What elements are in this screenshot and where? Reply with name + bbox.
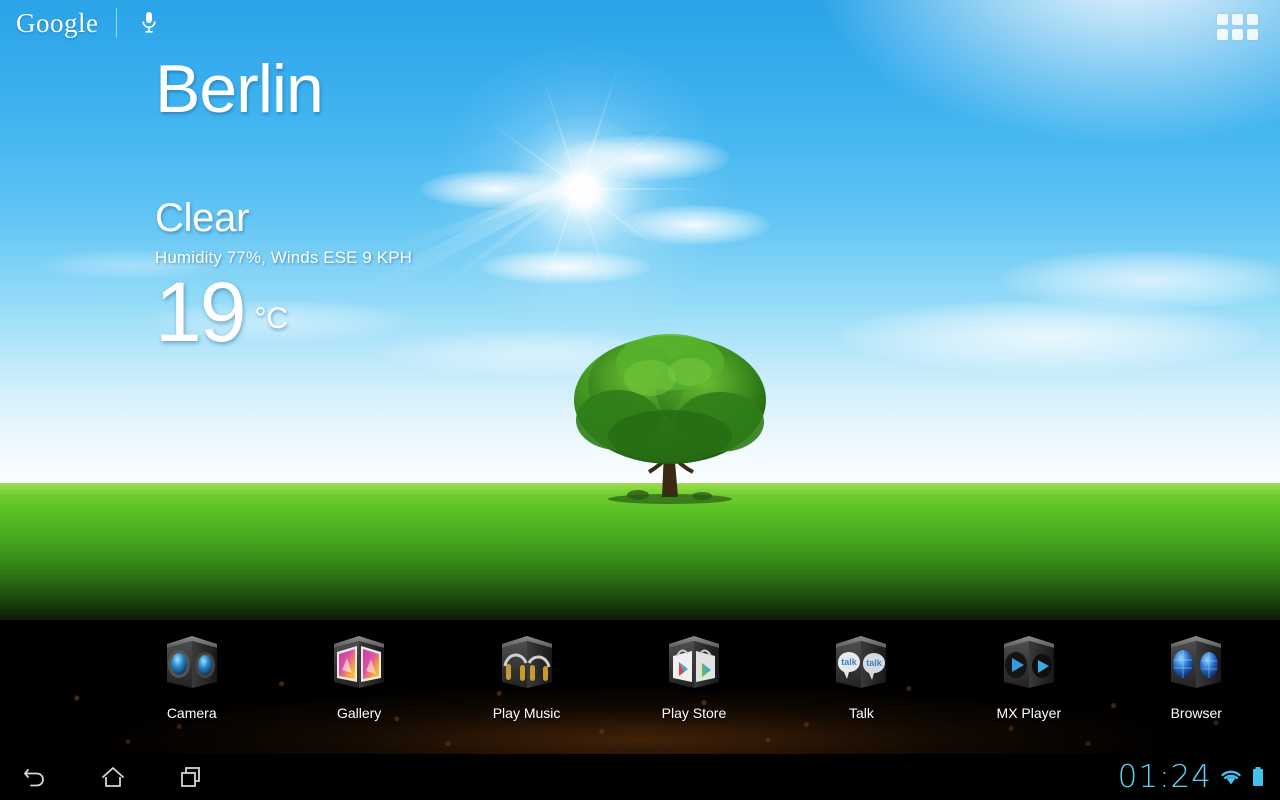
dock-app-label: Gallery bbox=[336, 705, 382, 721]
gallery-icon[interactable] bbox=[324, 632, 394, 694]
dock-app-camera[interactable]: Camera bbox=[108, 632, 275, 720]
mx-player-icon[interactable] bbox=[994, 632, 1064, 694]
weather-temperature-row: 19 °C bbox=[155, 265, 412, 359]
google-search-widget[interactable]: Google bbox=[16, 8, 161, 38]
weather-unit: °C bbox=[254, 302, 289, 335]
search-divider bbox=[116, 8, 118, 38]
system-navigation-bar: 01:24 bbox=[0, 754, 1280, 800]
apps-grid-cell bbox=[1232, 14, 1243, 25]
recent-apps-icon[interactable] bbox=[174, 760, 208, 794]
sun-ray bbox=[578, 188, 708, 190]
browser-icon[interactable] bbox=[1161, 632, 1231, 694]
tree-image bbox=[574, 334, 766, 504]
apps-grid-cell bbox=[1217, 14, 1228, 25]
dock-app-label: Play Store bbox=[661, 705, 727, 721]
weather-details: Humidity 77%, Winds ESE 9 KPH bbox=[155, 248, 413, 267]
svg-text:talk: talk bbox=[842, 657, 859, 667]
dock-app-talk[interactable]: talk talk Talk bbox=[778, 632, 945, 720]
navigation-buttons bbox=[18, 760, 208, 794]
apps-grid-cell bbox=[1232, 29, 1243, 40]
apps-grid-cell bbox=[1247, 29, 1258, 40]
dock-app-label: MX Player bbox=[996, 705, 1062, 721]
status-area: 01:24 bbox=[1118, 761, 1266, 793]
dock-app-browser[interactable]: Browser bbox=[1113, 632, 1280, 720]
home-screen: Google Berlin Clear Humidity 77%, Winds … bbox=[0, 0, 1280, 800]
microphone-icon[interactable] bbox=[137, 8, 161, 38]
camera-icon[interactable] bbox=[157, 632, 227, 694]
play-music-icon[interactable] bbox=[492, 632, 562, 694]
grass-texture bbox=[0, 483, 1280, 633]
dock-app-play-store[interactable]: Play Store bbox=[610, 632, 777, 720]
apps-grid-icon[interactable] bbox=[1217, 14, 1258, 40]
battery-full-icon[interactable] bbox=[1250, 765, 1266, 789]
svg-text:talk: talk bbox=[867, 658, 884, 668]
dock-app-label: Browser bbox=[1170, 705, 1222, 721]
talk-icon[interactable]: talk talk bbox=[826, 632, 896, 694]
dock-app-mx-player[interactable]: MX Player bbox=[945, 632, 1112, 720]
home-icon[interactable] bbox=[96, 760, 130, 794]
dock-app-label: Talk bbox=[848, 705, 874, 721]
back-arrow-icon[interactable] bbox=[18, 760, 52, 794]
app-dock: Camera Gallery Play Music Play Store tal… bbox=[0, 632, 1280, 754]
wifi-icon[interactable] bbox=[1218, 766, 1244, 788]
play-store-icon[interactable] bbox=[659, 632, 729, 694]
apps-grid-cell bbox=[1217, 29, 1228, 40]
dock-app-label: Play Music bbox=[492, 705, 561, 721]
apps-grid-cell bbox=[1247, 14, 1258, 25]
google-logo[interactable]: Google bbox=[16, 9, 116, 37]
dock-app-gallery[interactable]: Gallery bbox=[275, 632, 442, 720]
weather-city: Berlin bbox=[155, 51, 324, 127]
weather-condition: Clear bbox=[155, 196, 250, 240]
dock-app-label: Camera bbox=[166, 705, 217, 721]
status-clock[interactable]: 01:24 bbox=[1118, 761, 1212, 793]
sun-icon bbox=[508, 115, 658, 265]
weather-widget[interactable]: Berlin Clear Humidity 77%, Winds ESE 9 K… bbox=[155, 51, 413, 359]
weather-temperature: 19 bbox=[155, 265, 246, 359]
dock-app-play-music[interactable]: Play Music bbox=[443, 632, 610, 720]
